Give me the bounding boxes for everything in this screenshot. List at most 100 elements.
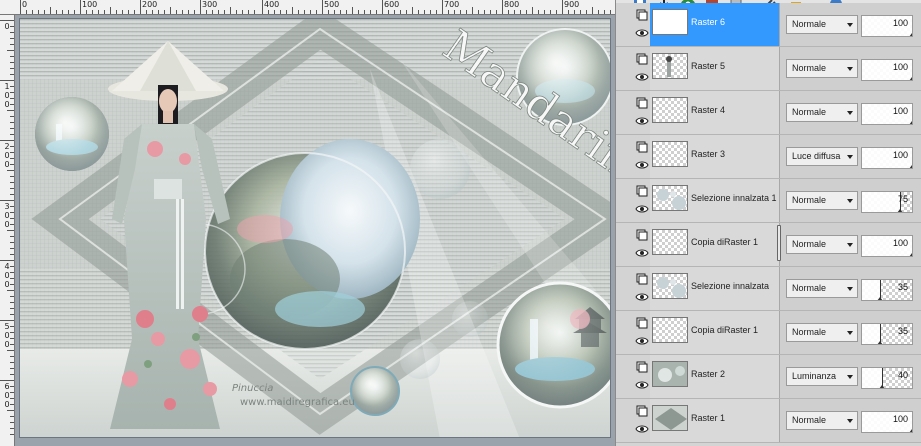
ruler-minor-tick (10, 194, 14, 195)
eye-icon[interactable] (635, 72, 649, 82)
ruler-minor-tick (10, 44, 14, 45)
dropdown-arrow-icon (847, 67, 853, 71)
artwork-canvas[interactable]: Mandarina Pinuccia www.maidiregrafica.eu (19, 18, 611, 438)
ruler-tick (20, 0, 21, 14)
ruler-top-label: 100 (82, 0, 98, 9)
opacity-slider[interactable]: 100 (861, 147, 913, 169)
layer-name-zone[interactable]: Raster 1 (650, 399, 779, 442)
blend-mode-select[interactable]: Normale (786, 15, 858, 34)
opacity-caret-icon[interactable] (909, 33, 912, 36)
layer-info[interactable]: Raster 3 (616, 135, 779, 178)
opacity-slider[interactable]: 100 (861, 235, 913, 257)
opacity-caret-icon[interactable] (909, 165, 912, 168)
opacity-slider[interactable]: 35 (861, 323, 913, 345)
blend-mode-select[interactable]: Normale (786, 59, 858, 78)
opacity-caret-icon[interactable] (909, 121, 912, 124)
opacity-marker (912, 236, 913, 256)
ruler-tick (80, 0, 81, 14)
layer-info[interactable]: Selezione innalzata (616, 267, 779, 310)
layer-name-zone[interactable]: Raster 5 (650, 47, 779, 90)
eye-icon[interactable] (635, 116, 649, 126)
blend-mode-select[interactable]: Normale (786, 279, 858, 298)
opacity-caret-icon[interactable] (909, 253, 912, 256)
blend-mode-select[interactable]: Luce diffusa (786, 147, 858, 166)
layer-info[interactable]: Raster 1 (616, 399, 779, 442)
eye-icon[interactable] (635, 248, 649, 258)
opacity-caret-icon[interactable] (876, 341, 883, 344)
layer-name-zone[interactable]: Raster 3 (650, 135, 779, 178)
ruler-minor-tick (194, 10, 195, 14)
layer-row[interactable]: Raster 4 Normale 100 (616, 91, 921, 135)
blend-mode-select[interactable]: Normale (786, 191, 858, 210)
ruler-minor-tick (10, 392, 14, 393)
ruler-minor-tick (592, 7, 593, 14)
layer-name-zone[interactable]: Raster 6 (650, 3, 779, 46)
layer-name-zone[interactable]: Selezione innalzata 1 (650, 179, 779, 222)
eye-icon[interactable] (635, 424, 649, 434)
layer-name-zone[interactable]: Copia diRaster 1 (650, 223, 779, 266)
eye-icon[interactable] (635, 160, 649, 170)
layer-row[interactable]: Raster 5 Normale 100 (616, 47, 921, 91)
layer-name: Raster 5 (691, 61, 726, 71)
eye-icon[interactable] (635, 204, 649, 214)
layer-name-zone[interactable]: Selezione innalzata (650, 267, 779, 310)
blend-mode-select[interactable]: Normale (786, 103, 858, 122)
blend-mode-select[interactable]: Normale (786, 411, 858, 430)
palette-splitter-handle[interactable] (777, 225, 781, 261)
blend-mode-select[interactable]: Luminanza (786, 367, 858, 386)
opacity-caret-icon[interactable] (896, 209, 903, 212)
opacity-slider[interactable]: 100 (861, 15, 913, 37)
ruler-minor-tick (10, 188, 14, 189)
layer-row[interactable]: Selezione innalzata Normale 35 (616, 267, 921, 311)
layer-name-zone[interactable]: Copia diRaster 1 (650, 311, 779, 354)
ruler-minor-tick (10, 398, 14, 399)
vertical-ruler[interactable]: 0100200300400500600 (0, 15, 15, 446)
opacity-slider[interactable]: 100 (861, 59, 913, 81)
horizontal-ruler[interactable]: 0 100 200 300 400 500 600 700 800 900 (0, 0, 615, 15)
layer-info[interactable]: Raster 4 (616, 91, 779, 134)
ruler-minor-tick (10, 422, 14, 423)
ruler-minor-tick (10, 242, 14, 243)
ruler-minor-tick (10, 386, 14, 387)
ruler-minor-tick (274, 10, 275, 14)
layer-row[interactable]: Raster 1 Normale 100 (616, 399, 921, 443)
layer-info[interactable]: Raster 6 (616, 3, 779, 46)
blend-mode-select[interactable]: Normale (786, 235, 858, 254)
layer-visibility-column (616, 223, 650, 266)
raster-layer-icon (636, 229, 648, 241)
layer-row[interactable]: Raster 6 Normale 100 (616, 3, 921, 47)
layer-row[interactable]: Copia diRaster 1 Normale 35 (616, 311, 921, 355)
eye-icon[interactable] (635, 28, 649, 38)
layer-name-zone[interactable]: Raster 2 (650, 355, 779, 398)
layer-info[interactable]: Copia diRaster 1 (616, 311, 779, 354)
ruler-minor-tick (98, 10, 99, 14)
opacity-caret-icon[interactable] (876, 297, 883, 300)
layer-info[interactable]: Selezione innalzata 1 (616, 179, 779, 222)
layer-name-zone[interactable]: Raster 4 (650, 91, 779, 134)
layer-row[interactable]: Selezione innalzata 1 Normale 75 (616, 179, 921, 223)
opacity-slider[interactable]: 75 (861, 191, 913, 213)
ruler-minor-tick (10, 92, 14, 93)
ruler-minor-tick (10, 122, 14, 123)
opacity-caret-icon[interactable] (879, 385, 885, 388)
eye-icon[interactable] (635, 380, 649, 390)
opacity-slider[interactable]: 40 (861, 367, 913, 389)
layer-info[interactable]: Copia diRaster 1 (616, 223, 779, 266)
eye-icon[interactable] (635, 336, 649, 346)
layer-info[interactable]: Raster 5 (616, 47, 779, 90)
layer-visibility-column (616, 47, 650, 90)
layer-row[interactable]: Raster 2 Luminanza 40 (616, 355, 921, 399)
ruler-minor-tick (490, 10, 491, 14)
layer-thumbnail (652, 9, 688, 35)
opacity-slider[interactable]: 100 (861, 411, 913, 433)
raster-layer-icon (636, 317, 648, 329)
eye-icon[interactable] (635, 292, 649, 302)
opacity-caret-icon[interactable] (909, 429, 912, 432)
blend-mode-select[interactable]: Normale (786, 323, 858, 342)
layer-info[interactable]: Raster 2 (616, 355, 779, 398)
opacity-slider[interactable]: 35 (861, 279, 913, 301)
opacity-slider[interactable]: 100 (861, 103, 913, 125)
layer-row[interactable]: Copia diRaster 1 Normale 100 (616, 223, 921, 267)
opacity-caret-icon[interactable] (909, 77, 912, 80)
layer-row[interactable]: Raster 3 Luce diffusa 100 (616, 135, 921, 179)
